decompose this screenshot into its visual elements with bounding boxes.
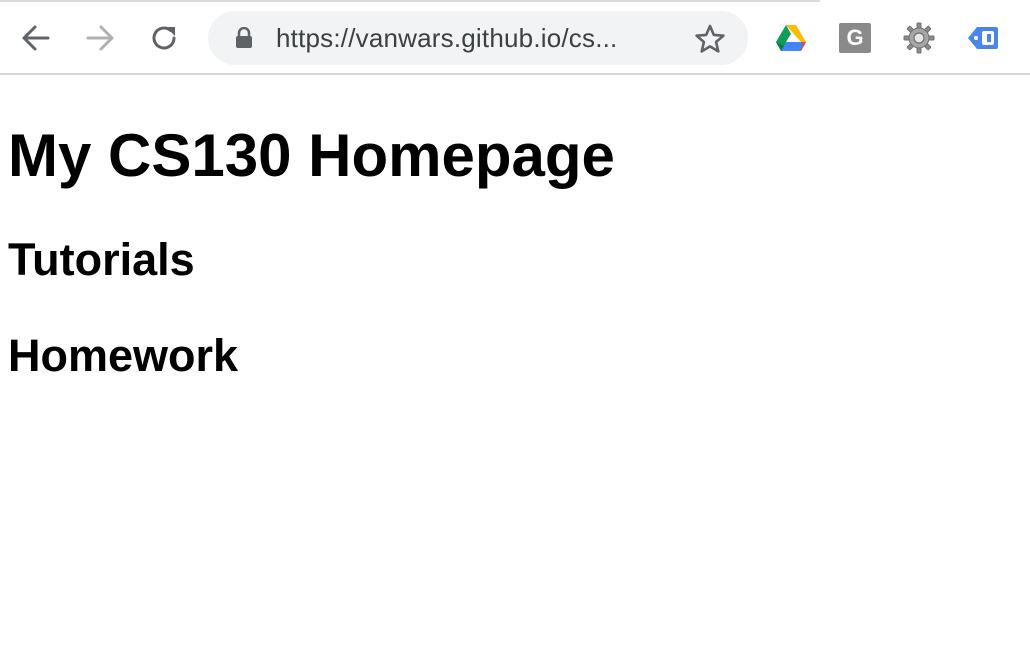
section-heading-tutorials: Tutorials	[8, 234, 195, 285]
forward-button[interactable]	[80, 18, 120, 58]
address-bar[interactable]: https://vanwars.github.io/cs...	[208, 11, 748, 65]
url-text[interactable]: https://vanwars.github.io/cs...	[276, 23, 676, 53]
reload-icon	[152, 26, 176, 50]
page-title: My CS130 Homepage	[8, 122, 615, 189]
arrow-left-icon	[22, 25, 50, 51]
g-extension-label: G	[839, 23, 871, 53]
browser-toolbar: https://vanwars.github.io/cs... G	[0, 0, 1030, 75]
reload-button[interactable]	[144, 18, 184, 58]
section-heading-homework: Homework	[8, 330, 239, 381]
arrow-right-icon	[86, 25, 114, 51]
google-drive-icon[interactable]	[774, 21, 808, 55]
tag-icon[interactable]	[966, 21, 1000, 55]
gear-icon[interactable]	[902, 21, 936, 55]
lock-icon[interactable]	[234, 27, 254, 49]
back-button[interactable]	[16, 18, 56, 58]
star-icon[interactable]	[694, 23, 726, 55]
page-content: My CS130 Homepage Tutorials Homework	[0, 75, 1030, 382]
g-extension-icon[interactable]: G	[838, 21, 872, 55]
